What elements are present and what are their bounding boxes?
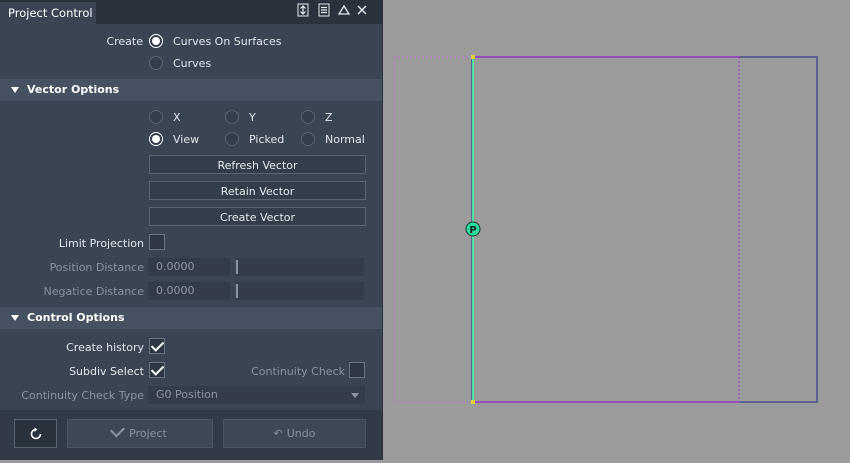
continuity-check-type-select[interactable]: G0 Position — [148, 386, 365, 404]
position-distance-slider[interactable] — [236, 258, 364, 276]
close-icon[interactable] — [355, 3, 369, 17]
project-button[interactable]: Project — [67, 419, 213, 448]
curve-start-point[interactable] — [471, 55, 475, 59]
pin-icon[interactable] — [296, 3, 310, 17]
slider-handle[interactable] — [236, 260, 238, 274]
radio-z-label: Z — [325, 111, 333, 124]
collapse-triangle-icon — [11, 87, 19, 93]
limit-projection-label: Limit Projection — [58, 237, 144, 250]
negative-distance-slider[interactable] — [236, 282, 364, 300]
viewport-canvas[interactable]: P — [383, 0, 850, 460]
position-distance-label: Position Distance — [49, 261, 144, 274]
radio-view[interactable] — [149, 132, 163, 146]
negative-distance-field[interactable]: 0.0000 — [148, 282, 230, 300]
panel-tab[interactable]: Project Control — [0, 2, 96, 24]
position-distance-field[interactable]: 0.0000 — [148, 258, 230, 276]
panel-footer: Project ↶ Undo — [0, 410, 382, 460]
curve-marker-label: P — [469, 225, 476, 236]
create-label: Create — [106, 35, 143, 48]
continuity-check-label: Continuity Check — [251, 365, 345, 378]
radio-view-label: View — [173, 133, 200, 146]
radio-curves-on-surfaces-label: Curves On Surfaces — [173, 35, 282, 48]
continuity-check-type-value: G0 Position — [156, 388, 218, 401]
dropdown-arrow-icon — [351, 393, 359, 398]
triangle-icon[interactable] — [337, 3, 351, 17]
create-history-label: Create history — [66, 341, 144, 354]
radio-normal-label: Normal — [325, 133, 365, 146]
section-vector-options-title: Vector Options — [27, 83, 120, 96]
section-control-options-title: Control Options — [27, 311, 125, 324]
retain-vector-button[interactable]: Retain Vector — [149, 181, 366, 200]
radio-picked[interactable] — [225, 132, 239, 146]
continuity-check-checkbox[interactable] — [349, 362, 365, 378]
undo-icon: ↶ — [273, 427, 283, 440]
projection-extent — [393, 56, 474, 403]
radio-y-label: Y — [249, 111, 256, 124]
negative-distance-label: Negatice Distance — [43, 285, 145, 298]
curve-end-point[interactable] — [471, 400, 475, 404]
project-button-label: Project — [129, 427, 167, 440]
create-history-checkbox[interactable] — [149, 338, 165, 354]
section-vector-options[interactable]: Vector Options — [0, 79, 382, 101]
refresh-vector-button[interactable]: Refresh Vector — [149, 155, 366, 174]
radio-curves-on-surfaces[interactable] — [149, 34, 163, 48]
radio-normal[interactable] — [301, 132, 315, 146]
radio-picked-label: Picked — [249, 133, 285, 146]
reset-icon — [30, 427, 41, 440]
slider-handle[interactable] — [236, 284, 238, 298]
project-control-panel: Project Control Create Curves On Surface… — [0, 0, 383, 460]
subdiv-select-checkbox[interactable] — [149, 362, 165, 378]
subdiv-select-label: Subdiv Select — [69, 365, 144, 378]
checkmark-icon — [110, 422, 126, 438]
radio-z[interactable] — [301, 110, 315, 124]
radio-x-label: X — [173, 111, 181, 124]
surface-boundary[interactable] — [471, 56, 818, 403]
radio-x[interactable] — [149, 110, 163, 124]
undo-button-label: Undo — [286, 427, 316, 440]
create-vector-button[interactable]: Create Vector — [149, 207, 366, 226]
undo-button[interactable]: ↶ Undo — [223, 419, 366, 448]
viewport[interactable]: P — [383, 0, 850, 460]
panel-titlebar: Project Control — [0, 0, 382, 24]
menu-icon[interactable] — [317, 3, 331, 17]
radio-curves[interactable] — [149, 56, 163, 70]
radio-y[interactable] — [225, 110, 239, 124]
section-control-options[interactable]: Control Options — [0, 307, 382, 329]
collapse-triangle-icon — [11, 315, 19, 321]
limit-projection-checkbox[interactable] — [149, 234, 165, 250]
reset-button[interactable] — [14, 419, 57, 448]
radio-curves-label: Curves — [173, 57, 212, 70]
continuity-check-type-label: Continuity Check Type — [21, 389, 144, 402]
